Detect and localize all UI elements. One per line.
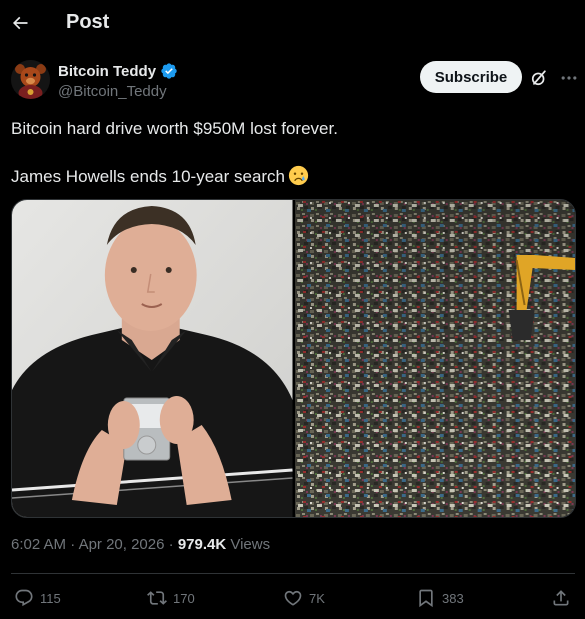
display-name[interactable]: Bitcoin Teddy — [58, 63, 156, 80]
verified-badge-icon — [161, 63, 177, 79]
bookmark-icon — [419, 589, 433, 608]
post-text-line-1: Bitcoin hard drive worth $950M lost fore… — [11, 119, 338, 138]
more-dots-icon — [561, 76, 577, 80]
teddy-bear-avatar-icon — [11, 60, 50, 99]
handle[interactable]: @Bitcoin_Teddy — [58, 83, 167, 100]
post-time[interactable]: 6:02 AM — [11, 536, 66, 553]
bookmark-count: 383 — [442, 590, 464, 606]
like-count: 7K — [309, 590, 325, 606]
repost-count: 170 — [173, 590, 195, 606]
arrow-left-icon — [12, 16, 28, 30]
media-grid — [11, 199, 576, 518]
page-title: Post — [66, 11, 110, 33]
reply-icon — [15, 589, 33, 607]
heart-icon — [284, 590, 302, 606]
meta-separator: · — [70, 536, 76, 553]
landfill-photo-image — [294, 200, 575, 517]
post-meta: 6:02 AM · Apr 20, 2026 · 979.4K Views — [11, 536, 270, 553]
post-text-line-2: James Howells ends 10-year search — [11, 165, 309, 188]
subscribe-button[interactable]: Subscribe — [420, 61, 522, 93]
repost-button[interactable]: 170 — [147, 584, 195, 612]
post-text-line-2-content: James Howells ends 10-year search — [11, 167, 286, 186]
post-date[interactable]: Apr 20, 2026 — [79, 536, 165, 553]
views-count: 979.4K — [177, 536, 227, 553]
action-bar: 115 170 7K 383 — [0, 584, 585, 612]
back-button[interactable] — [9, 9, 31, 37]
grok-icon — [531, 70, 546, 86]
reply-button[interactable]: 115 — [14, 584, 61, 612]
photo-landfill[interactable] — [294, 200, 575, 517]
man-photo-image — [12, 200, 293, 517]
author-row: Bitcoin Teddy @Bitcoin_Teddy Subscribe — [11, 60, 577, 104]
reply-count: 115 — [40, 590, 61, 606]
repost-icon — [147, 591, 167, 605]
meta-separator: · — [168, 536, 174, 553]
name-row: Bitcoin Teddy — [58, 62, 178, 80]
photo-man-holding-hard-drive[interactable] — [12, 200, 293, 517]
divider — [11, 573, 575, 574]
more-options-button[interactable] — [559, 68, 579, 88]
views-label: Views — [230, 536, 271, 553]
share-button[interactable] — [551, 584, 571, 612]
like-button[interactable]: 7K — [283, 584, 325, 612]
share-icon — [553, 590, 569, 606]
crying-face-emoji-icon — [288, 165, 309, 186]
avatar[interactable] — [11, 60, 50, 99]
top-bar: Post — [0, 0, 585, 46]
grok-button[interactable] — [529, 68, 549, 88]
bookmark-button[interactable]: 383 — [416, 584, 464, 612]
